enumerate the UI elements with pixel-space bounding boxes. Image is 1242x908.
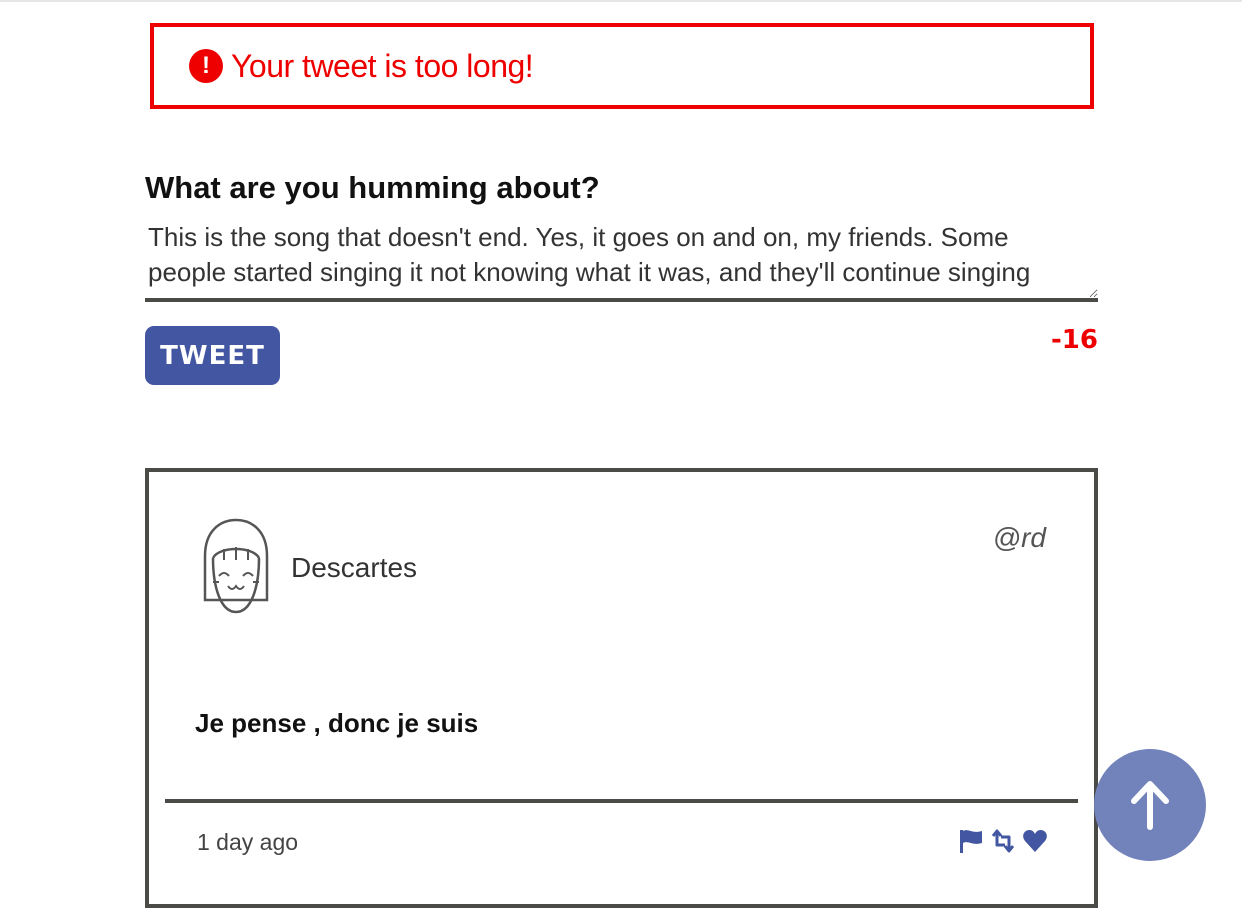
character-counter: -16 <box>1051 325 1098 355</box>
error-message: Your tweet is too long! <box>231 47 534 84</box>
tweet-divider <box>165 799 1078 803</box>
top-divider <box>0 0 1242 2</box>
tweet-input[interactable]: This is the song that doesn't end. Yes, … <box>145 218 1098 302</box>
compose-heading: What are you humming about? <box>145 170 600 205</box>
author-name: Descartes <box>291 552 418 583</box>
tweet-timestamp: 1 day ago <box>197 829 299 855</box>
tweet-content: Je pense , donc je suis <box>195 708 479 738</box>
tweet-actions <box>958 828 1048 854</box>
heart-icon[interactable] <box>1022 828 1048 854</box>
tweet-button[interactable]: TWEET <box>145 326 280 385</box>
exclamation-circle-icon: ! <box>189 49 223 83</box>
author-handle: @rd <box>992 522 1046 553</box>
flag-icon[interactable] <box>958 828 984 854</box>
arrow-up-icon <box>1131 781 1169 830</box>
smiling-face-avatar-icon <box>203 518 269 614</box>
error-banner: ! Your tweet is too long! <box>150 23 1094 109</box>
tweet-card: Descartes @rd Je pense , donc je suis 1 … <box>145 468 1098 908</box>
scroll-to-top-button[interactable] <box>1094 749 1206 861</box>
retweet-icon[interactable] <box>990 828 1016 854</box>
